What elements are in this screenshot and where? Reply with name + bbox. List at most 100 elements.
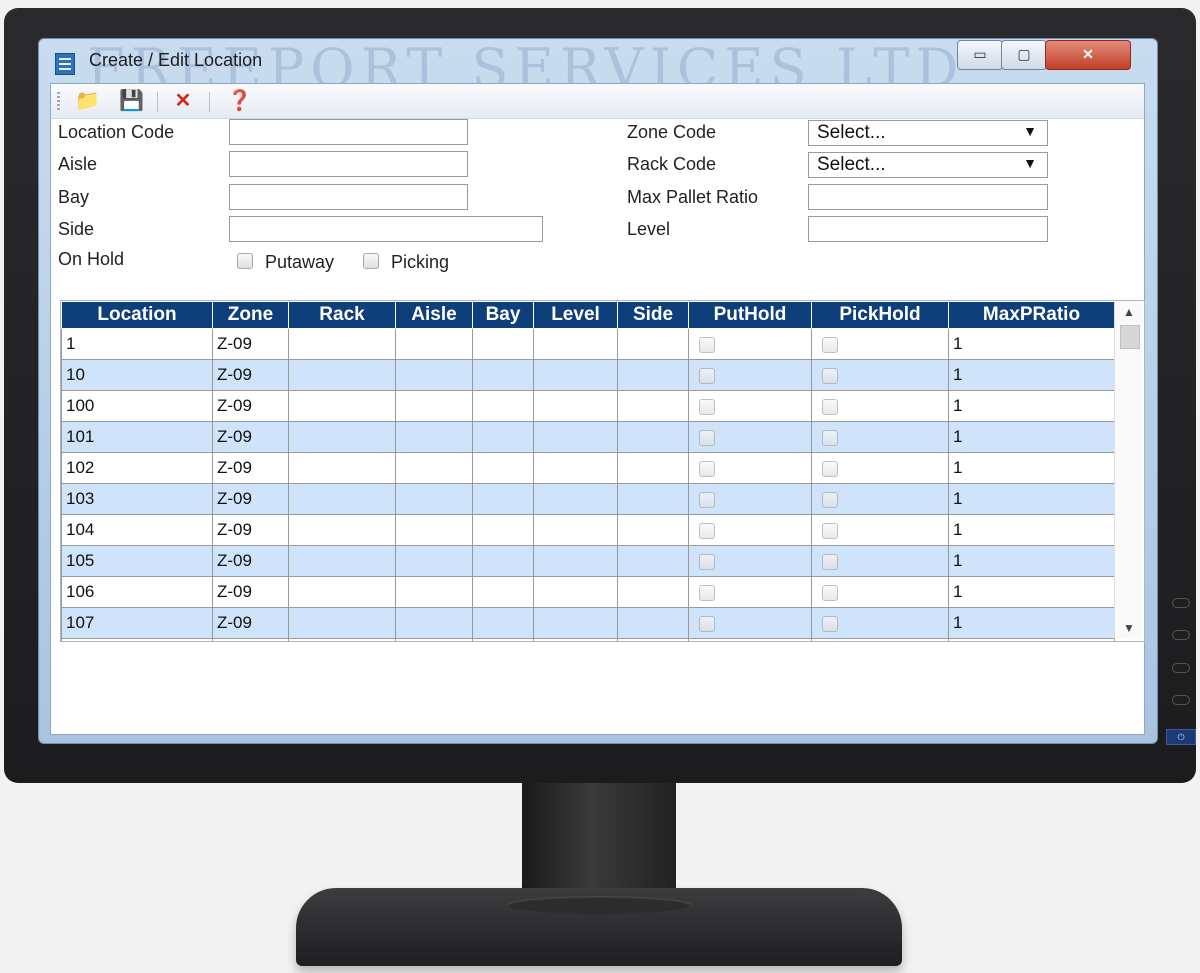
empty-cell [288, 328, 396, 360]
rack-code-value: Select... [817, 154, 886, 175]
puthold-cell [688, 328, 812, 360]
scroll-up-icon[interactable]: ▲ [1123, 305, 1135, 319]
power-icon: ⏻ [1166, 729, 1196, 745]
empty-cell [395, 328, 473, 360]
grid-header-row: Location Zone Rack Aisle Bay Level Side PutHold… [61, 301, 1115, 329]
table-row[interactable]: 104 Z-09 1 [61, 514, 1115, 546]
empty-cell [533, 607, 618, 639]
delete-icon[interactable]: ✕ [171, 90, 195, 112]
location-cell: 104 [61, 514, 213, 546]
column-header[interactable]: PickHold [811, 301, 949, 329]
scroll-thumb[interactable] [1120, 325, 1140, 349]
pickhold-checkbox [822, 336, 838, 353]
location-cell: 1 [61, 328, 213, 360]
zone-code-select[interactable]: Select... ▼ [808, 120, 1048, 146]
column-header[interactable]: PutHold [688, 301, 812, 329]
pickhold-checkbox [822, 460, 838, 477]
picking-checkbox[interactable] [363, 253, 379, 269]
puthold-checkbox [699, 491, 715, 508]
location-cell: 103 [61, 483, 213, 515]
empty-cell [617, 452, 689, 484]
puthold-cell [688, 390, 812, 422]
column-header[interactable]: Side [617, 301, 689, 329]
location-cell: 105 [61, 545, 213, 577]
maximize-button[interactable]: ▢ [1001, 40, 1047, 70]
pickhold-checkbox [822, 553, 838, 570]
aisle-label: Aisle [58, 154, 98, 174]
max-pratio-cell: 1 [948, 576, 1115, 608]
column-header[interactable]: Aisle [395, 301, 473, 329]
table-row[interactable]: 103 Z-09 1 [61, 483, 1115, 515]
picking-label: Picking [391, 252, 450, 272]
column-header[interactable]: Zone [212, 301, 289, 329]
empty-cell [288, 483, 396, 515]
empty-cell [472, 545, 534, 577]
table-row[interactable] [61, 638, 1115, 641]
location-cell: 100 [61, 390, 213, 422]
pickhold-checkbox [822, 429, 838, 446]
title-bar[interactable]: FREEPORT SERVICES LTD Create / Edit Loca… [39, 37, 1157, 100]
pickhold-checkbox [822, 522, 838, 539]
table-row[interactable]: 101 Z-09 1 [61, 421, 1115, 453]
empty-cell [395, 483, 473, 515]
pickhold-cell [811, 607, 949, 639]
table-row[interactable]: 107 Z-09 1 [61, 607, 1115, 639]
table-row[interactable]: 10 Z-09 1 [61, 359, 1115, 391]
empty-cell [948, 638, 1115, 641]
max-pallet-ratio-input[interactable] [808, 184, 1048, 210]
column-header[interactable]: Location [61, 301, 213, 329]
table-row[interactable]: 100 Z-09 1 [61, 390, 1115, 422]
empty-cell [472, 638, 534, 641]
empty-cell [533, 328, 618, 360]
rack-code-select[interactable]: Select... ▼ [808, 152, 1048, 178]
table-row[interactable]: 105 Z-09 1 [61, 545, 1115, 577]
column-header[interactable]: Rack [288, 301, 396, 329]
empty-cell [533, 545, 618, 577]
scroll-down-icon[interactable]: ▼ [1123, 621, 1135, 635]
aisle-input[interactable] [229, 151, 468, 177]
empty-cell [395, 390, 473, 422]
puthold-checkbox [699, 460, 715, 477]
puthold-cell [688, 421, 812, 453]
putaway-checkbox[interactable] [237, 253, 253, 269]
empty-cell [472, 452, 534, 484]
bay-input[interactable] [229, 184, 468, 210]
level-input[interactable] [808, 216, 1048, 242]
location-code-input[interactable] [229, 119, 468, 145]
toolbar-separator [157, 92, 158, 112]
window-title: Create / Edit Location [89, 50, 263, 70]
empty-cell [288, 452, 396, 484]
empty-cell [472, 328, 534, 360]
side-input[interactable] [229, 216, 543, 242]
location-cell: 102 [61, 452, 213, 484]
chevron-down-icon: ▼ [1023, 155, 1037, 171]
table-row[interactable]: 106 Z-09 1 [61, 576, 1115, 608]
help-icon[interactable]: ❓ [227, 90, 252, 112]
close-button[interactable]: ✕ [1045, 40, 1131, 70]
max-pratio-cell: 1 [948, 452, 1115, 484]
zone-cell: Z-09 [212, 421, 289, 453]
empty-cell [288, 514, 396, 546]
max-pratio-cell: 1 [948, 483, 1115, 515]
save-icon[interactable]: 💾 [119, 90, 144, 112]
pickhold-cell [811, 452, 949, 484]
table-row[interactable]: 102 Z-09 1 [61, 452, 1115, 484]
column-header[interactable]: Bay [472, 301, 534, 329]
empty-cell [533, 359, 618, 391]
column-header[interactable]: Level [533, 301, 618, 329]
column-header[interactable]: MaxPRatio [948, 301, 1115, 329]
side-label: Side [58, 219, 95, 239]
zone-code-label: Zone Code [627, 122, 717, 142]
grid-scrollbar[interactable]: ▲ ▼ [1114, 301, 1143, 639]
empty-cell [533, 638, 618, 641]
empty-cell [472, 607, 534, 639]
empty-cell [395, 421, 473, 453]
empty-cell [688, 638, 812, 641]
new-icon[interactable]: 📁 [75, 90, 100, 112]
empty-cell [617, 514, 689, 546]
pickhold-cell [811, 421, 949, 453]
empty-cell [617, 483, 689, 515]
minimize-button[interactable]: ▭ [957, 40, 1003, 70]
table-row[interactable]: 1 Z-09 1 [61, 328, 1115, 360]
locations-grid[interactable]: Location Zone Rack Aisle Bay Level Side PutHold… [60, 300, 1145, 642]
